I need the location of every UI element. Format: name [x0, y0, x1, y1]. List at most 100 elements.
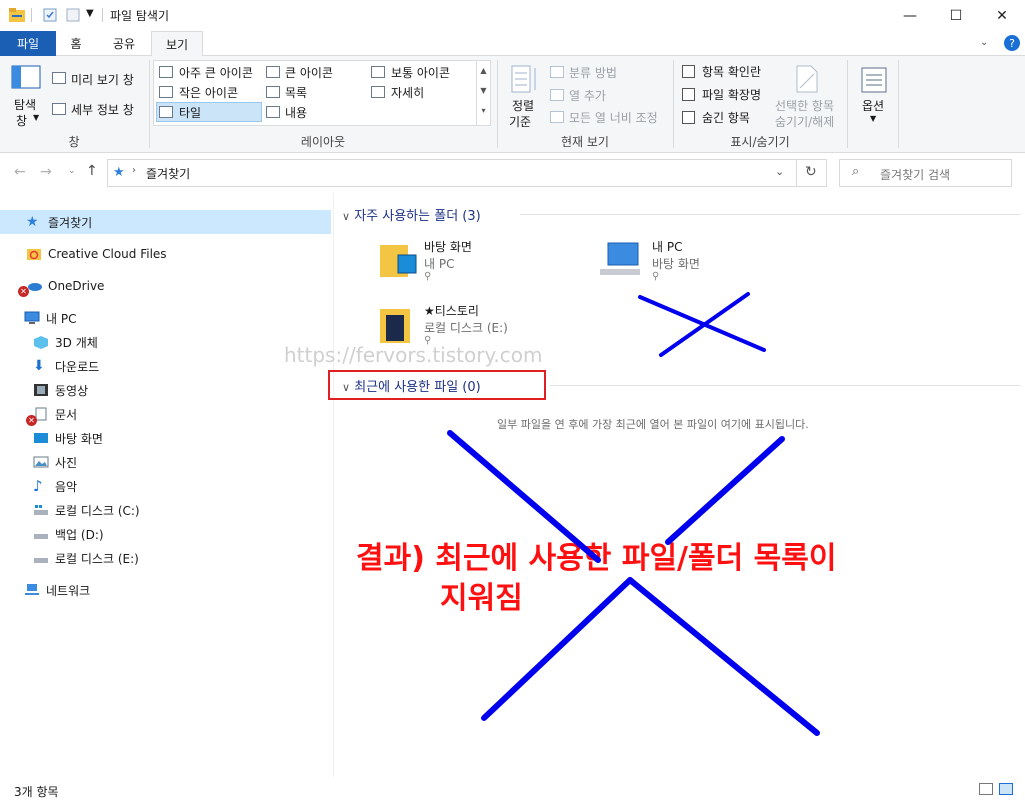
details-pane-icon	[52, 103, 66, 115]
navigation-pane-label-1[interactable]: 탐색	[14, 96, 36, 113]
options-icon[interactable]	[860, 66, 888, 94]
frequent-item-name[interactable]: ★티스토리	[424, 302, 479, 319]
preview-pane-button[interactable]: 미리 보기 창	[71, 71, 134, 88]
details-pane-button[interactable]: 세부 정보 창	[71, 101, 134, 118]
close-button[interactable]: ✕	[979, 0, 1025, 31]
item-checkboxes-label[interactable]: 항목 확인란	[702, 63, 761, 80]
file-explorer-icon[interactable]	[8, 7, 26, 23]
back-arrow-icon[interactable]: ←	[14, 164, 26, 180]
up-arrow-icon[interactable]: ↑	[86, 163, 98, 179]
expand-ribbon-icon[interactable]: ⌄	[980, 37, 988, 48]
video-icon	[33, 383, 49, 397]
nav-item-creative-cloud[interactable]: Creative Cloud Files	[26, 243, 167, 265]
pin-icon: ⚲	[424, 271, 432, 282]
recent-locations-icon[interactable]: ⌄	[68, 166, 76, 176]
layout-content[interactable]: 내용	[285, 104, 307, 121]
layout-list[interactable]: 목록	[285, 84, 307, 101]
layout-tiles[interactable]: 타일	[179, 104, 201, 121]
nav-item-onedrive[interactable]: OneDrive	[26, 275, 104, 297]
frequent-item-location: 로컬 디스크 (E:)	[424, 321, 508, 335]
breadcrumb-quick-access[interactable]: 즐겨찾기	[146, 165, 190, 182]
nav-item-label: 음악	[55, 479, 78, 494]
nav-item-downloads[interactable]: ⬇ 다운로드	[33, 355, 99, 377]
window-title: 파일 탐색기	[110, 9, 170, 23]
refresh-icon[interactable]: ↻	[805, 164, 817, 180]
frequent-item-location: 바탕 화면	[652, 257, 700, 271]
navigation-pane-label-2[interactable]: 창	[16, 112, 27, 129]
customize-quick-access-icon[interactable]: ▼	[86, 8, 94, 19]
tiles-view-icon[interactable]	[999, 783, 1013, 795]
network-icon	[24, 583, 40, 597]
item-checkboxes-checkbox[interactable]	[682, 65, 695, 78]
nav-item-drive-d[interactable]: 백업 (D:)	[33, 523, 104, 545]
forward-arrow-icon[interactable]: →	[40, 164, 52, 180]
minimize-button[interactable]: —	[887, 0, 933, 31]
music-icon: ♪	[33, 477, 43, 495]
address-dropdown-icon[interactable]: ⌄	[775, 165, 784, 178]
sort-by-label-1[interactable]: 정렬	[512, 97, 534, 114]
nav-item-drive-e[interactable]: 로컬 디스크 (E:)	[33, 547, 139, 569]
help-icon[interactable]: ?	[1004, 35, 1020, 51]
properties-icon[interactable]	[42, 7, 58, 23]
file-extensions-checkbox[interactable]	[682, 88, 695, 101]
navigation-pane-icon[interactable]	[10, 64, 42, 92]
tab-file[interactable]: 파일	[0, 31, 56, 56]
add-columns-button[interactable]: 열 추가	[569, 87, 606, 104]
nav-item-label: OneDrive	[48, 279, 105, 293]
annotation-line-2: 지워짐	[440, 581, 523, 616]
tab-home[interactable]: 홈	[58, 31, 94, 56]
navigation-pane: ★ 즐겨찾기 Creative Cloud Files OneDrive ✕ 내 …	[0, 193, 333, 777]
tistory-folder-icon[interactable]	[378, 305, 414, 347]
layout-extra-large-icons[interactable]: 아주 큰 아이콘	[179, 64, 253, 81]
sync-error-icon: ✕	[18, 286, 29, 297]
desktop-icon	[33, 431, 49, 445]
nav-item-pictures[interactable]: 사진	[33, 451, 77, 473]
nav-item-drive-c[interactable]: 로컬 디스크 (C:)	[33, 499, 140, 521]
file-extensions-label[interactable]: 파일 확장명	[702, 86, 761, 103]
nav-item-this-pc[interactable]: 내 PC	[24, 307, 76, 329]
breadcrumb-chevron-icon[interactable]: ›	[132, 165, 136, 176]
tab-share[interactable]: 공유	[104, 31, 144, 56]
maximize-button[interactable]: ☐	[933, 0, 979, 31]
layout-large-icons[interactable]: 큰 아이콘	[285, 64, 333, 81]
hide-selected-label-2[interactable]: 숨기기/해제	[775, 113, 834, 130]
frequent-item-name[interactable]: 바탕 화면	[424, 238, 472, 255]
nav-item-label: 사진	[55, 455, 78, 470]
nav-item-videos[interactable]: 동영상	[33, 379, 88, 401]
frequent-folders-header[interactable]: ∨ 자주 사용하는 폴더 (3)	[342, 205, 481, 224]
nav-item-label: 문서	[55, 407, 78, 422]
medium-icons-icon	[371, 66, 385, 78]
nav-item-documents[interactable]: 문서	[33, 403, 77, 425]
recent-files-header[interactable]: ∨ 최근에 사용한 파일 (0)	[342, 376, 481, 395]
hide-selected-label-1[interactable]: 선택한 항목	[775, 97, 834, 114]
nav-pane-dropdown-icon[interactable]: ▼	[33, 113, 39, 122]
layout-small-icons[interactable]: 작은 아이콘	[179, 84, 238, 101]
nav-item-label: 즐겨찾기	[48, 215, 93, 230]
layout-gallery-scroll[interactable]: ▲ ▼ ▾	[476, 61, 490, 125]
search-box[interactable]: ⌕ 즐겨찾기 검색	[839, 159, 1012, 187]
tab-view[interactable]: 보기	[151, 31, 203, 57]
hidden-items-checkbox[interactable]	[682, 111, 695, 124]
content-pane: ∨ 자주 사용하는 폴더 (3) 바탕 화면 내 PC ⚲ 내 PC 바탕 화면…	[284, 193, 1025, 777]
new-folder-icon[interactable]	[65, 7, 81, 23]
layout-medium-icons[interactable]: 보통 아이콘	[391, 64, 450, 81]
nav-item-music[interactable]: ♪ 음악	[33, 475, 77, 497]
hidden-items-label[interactable]: 숨긴 항목	[702, 109, 750, 126]
address-bar[interactable]: ★ › 즐겨찾기 ⌄ ↻	[107, 159, 827, 187]
size-all-columns-button[interactable]: 모든 열 너비 조정	[569, 109, 658, 126]
nav-item-network[interactable]: 네트워크	[24, 579, 90, 601]
group-by-button[interactable]: 분류 방법	[569, 64, 617, 81]
annotation-line-1: 결과) 최근에 사용한 파일/폴더 목록이	[356, 541, 837, 576]
options-button[interactable]: 옵션	[862, 97, 884, 114]
nav-item-3d-objects[interactable]: 3D 개체	[33, 331, 98, 353]
nav-item-quick-access[interactable]: ★ 즐겨찾기	[26, 211, 92, 233]
options-dropdown-icon[interactable]: ▼	[870, 114, 876, 123]
nav-item-desktop[interactable]: 바탕 화면	[33, 427, 103, 449]
sort-by-label-2[interactable]: 기준	[509, 113, 531, 130]
desktop-folder-icon[interactable]	[378, 239, 418, 281]
frequent-item-name[interactable]: 내 PC	[652, 238, 682, 255]
sort-by-icon[interactable]	[510, 64, 540, 94]
this-pc-icon[interactable]	[598, 239, 644, 281]
details-view-icon[interactable]	[979, 783, 993, 795]
layout-details[interactable]: 자세히	[391, 84, 424, 101]
